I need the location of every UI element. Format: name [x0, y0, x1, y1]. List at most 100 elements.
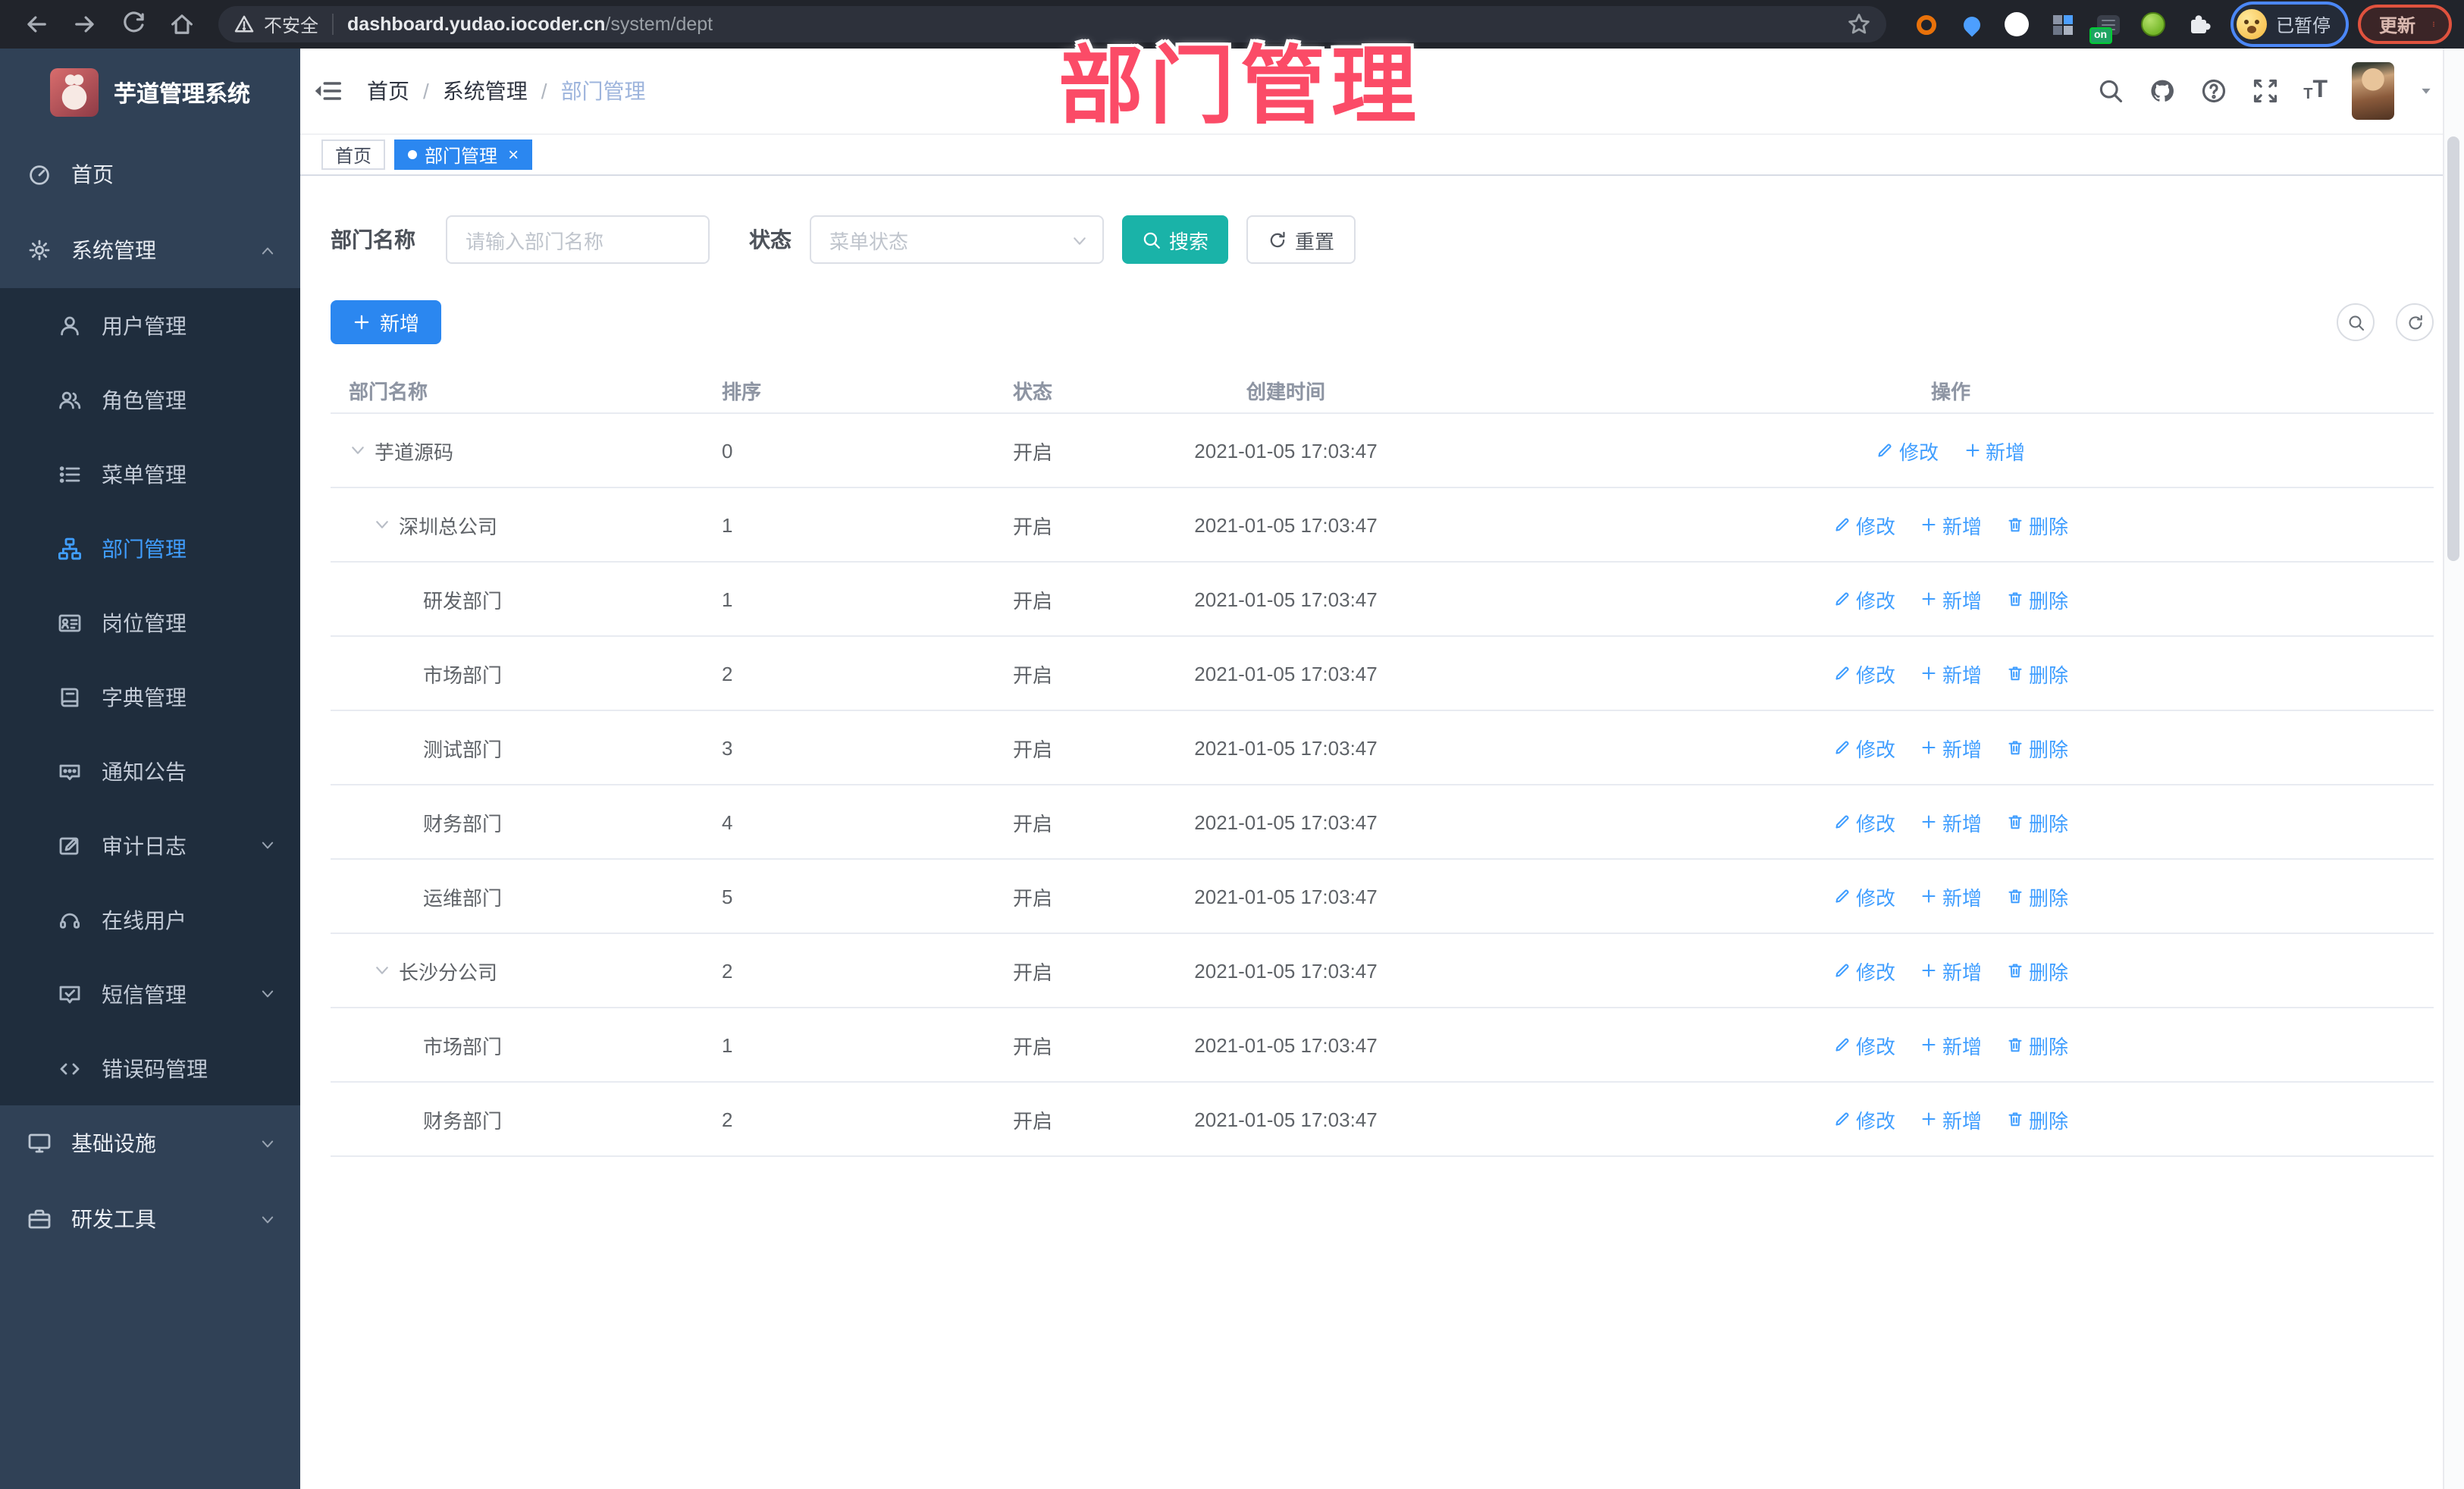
- row-action-plus-link[interactable]: 新增: [1920, 733, 1982, 762]
- tree-expand-caret-icon[interactable]: [373, 961, 391, 980]
- breadcrumb-item-1[interactable]: 系统管理: [443, 76, 528, 106]
- row-action-plus-link[interactable]: 新增: [1920, 659, 1982, 688]
- sidebar-item-3[interactable]: 角色管理: [0, 362, 300, 437]
- delete-icon: [2006, 1036, 2024, 1054]
- row-action-delete-link[interactable]: 删除: [2006, 956, 2068, 985]
- row-action-delete-link[interactable]: 删除: [2006, 807, 2068, 836]
- tab-1[interactable]: 部门管理 ×: [394, 139, 533, 170]
- sort-cell: 2: [722, 959, 733, 982]
- sidebar-item-7[interactable]: 字典管理: [0, 660, 300, 734]
- update-button[interactable]: 更新: [2357, 5, 2452, 44]
- sidebar-item-14[interactable]: 研发工具: [0, 1181, 300, 1257]
- breadcrumb-item-2: 部门管理: [560, 79, 646, 103]
- bookmark-star-icon[interactable]: [1847, 12, 1871, 36]
- user-menu-caret-icon[interactable]: [2419, 83, 2434, 99]
- row-action-plus-link[interactable]: 新增: [1963, 436, 2025, 465]
- font-size-icon[interactable]: TT: [2303, 78, 2328, 103]
- extension-orange-ring[interactable]: [1914, 11, 1939, 37]
- dept-name-input[interactable]: 请输入部门名称: [446, 215, 710, 264]
- sidebar-item-11[interactable]: 短信管理: [0, 957, 300, 1031]
- sidebar-item-8[interactable]: 通知公告: [0, 734, 300, 808]
- help-icon[interactable]: [2200, 77, 2227, 105]
- home-icon[interactable]: [168, 11, 196, 38]
- sidebar-item-4[interactable]: 菜单管理: [0, 437, 300, 511]
- sidebar-item-0[interactable]: 首页: [0, 136, 300, 212]
- row-action-edit-link[interactable]: 修改: [1833, 1105, 1895, 1133]
- back-icon[interactable]: [23, 11, 50, 38]
- sidebar-item-10[interactable]: 在线用户: [0, 882, 300, 957]
- row-action-label: 修改: [1855, 663, 1895, 686]
- row-action-plus-link[interactable]: 新增: [1920, 585, 1982, 613]
- row-action-label: 删除: [2029, 1109, 2069, 1132]
- sidebar-item-1[interactable]: 系统管理: [0, 212, 300, 288]
- row-action-plus-link[interactable]: 新增: [1920, 956, 1982, 985]
- row-action-delete-link[interactable]: 删除: [2006, 733, 2068, 762]
- profile-paused-badge[interactable]: 已暂停: [2230, 2, 2349, 47]
- tab-0[interactable]: 首页: [321, 139, 386, 170]
- row-action-edit-link[interactable]: 修改: [1833, 510, 1895, 539]
- tab-close-icon[interactable]: ×: [508, 146, 519, 164]
- github-icon[interactable]: [2149, 77, 2176, 105]
- row-action-plus-link[interactable]: 新增: [1920, 882, 1982, 911]
- page-scrollbar[interactable]: [2443, 49, 2464, 1489]
- sidebar-item-2[interactable]: 用户管理: [0, 288, 300, 362]
- user-icon: [58, 313, 82, 337]
- edit-icon: [1876, 441, 1895, 459]
- forward-icon[interactable]: [71, 11, 99, 38]
- user-avatar[interactable]: [2352, 62, 2394, 120]
- row-action-edit-link[interactable]: 修改: [1833, 659, 1895, 688]
- row-action-delete-link[interactable]: 删除: [2006, 659, 2068, 688]
- row-action-plus-link[interactable]: 新增: [1920, 807, 1982, 836]
- row-action-plus-link[interactable]: 新增: [1920, 1030, 1982, 1059]
- sidebar-item-12[interactable]: 错误码管理: [0, 1031, 300, 1105]
- dept-name-text: 市场部门: [423, 1035, 503, 1058]
- fullscreen-icon[interactable]: [2252, 77, 2279, 105]
- row-action-delete-link[interactable]: 删除: [2006, 510, 2068, 539]
- row-action-edit-link[interactable]: 修改: [1876, 436, 1939, 465]
- add-button[interactable]: 新增: [331, 300, 441, 344]
- row-action-delete-link[interactable]: 删除: [2006, 882, 2068, 911]
- row-action-edit-link[interactable]: 修改: [1833, 882, 1895, 911]
- reload-icon[interactable]: [120, 11, 147, 38]
- tree-expand-caret-icon[interactable]: [373, 516, 391, 534]
- delete-icon: [2006, 961, 2024, 980]
- app-frame: 芋道管理系统 首页 系统管理 用户管理 角色管理 菜单管理 部门管理 岗位管理 字典管理 通知公…: [0, 49, 2464, 1489]
- row-action-edit-link[interactable]: 修改: [1833, 733, 1895, 762]
- sort-cell: 4: [722, 810, 733, 833]
- row-action-plus-link[interactable]: 新增: [1920, 1105, 1982, 1133]
- sidebar-item-5[interactable]: 部门管理: [0, 511, 300, 585]
- row-action-edit-link[interactable]: 修改: [1833, 807, 1895, 836]
- refresh-mini-button[interactable]: [2396, 303, 2434, 341]
- scrollbar-thumb[interactable]: [2447, 136, 2459, 561]
- reset-button[interactable]: 重置: [1246, 215, 1356, 264]
- row-action-edit-link[interactable]: 修改: [1833, 1030, 1895, 1059]
- address-bar[interactable]: 不安全 dashboard.yudao.iocoder.cn/system/de…: [218, 6, 1886, 42]
- row-action-delete-link[interactable]: 删除: [2006, 1030, 2068, 1059]
- search-button[interactable]: 搜索: [1122, 215, 1228, 264]
- row-action-delete-link[interactable]: 删除: [2006, 1105, 2068, 1133]
- extension-location-pin[interactable]: [1959, 11, 1985, 37]
- tree-expand-caret-icon[interactable]: [349, 441, 367, 459]
- sidebar-item-6[interactable]: 岗位管理: [0, 585, 300, 660]
- row-action-edit-link[interactable]: 修改: [1833, 585, 1895, 613]
- sidebar-item-label: 短信管理: [102, 982, 187, 1006]
- search-icon[interactable]: [2097, 77, 2124, 105]
- row-action-delete-link[interactable]: 删除: [2006, 585, 2068, 613]
- row-action-label: 新增: [1942, 515, 1982, 538]
- extension-grid[interactable]: [2050, 11, 2076, 37]
- extension-dark-list[interactable]: on: [2089, 11, 2121, 43]
- breadcrumb-item-0[interactable]: 首页: [367, 76, 409, 106]
- row-action-edit-link[interactable]: 修改: [1833, 956, 1895, 985]
- audit-log-icon: [58, 833, 82, 857]
- extension-puzzle[interactable]: [2187, 11, 2212, 37]
- extension-green-figure[interactable]: [2141, 11, 2167, 37]
- row-action-plus-link[interactable]: 新增: [1920, 510, 1982, 539]
- sidebar-item-13[interactable]: 基础设施: [0, 1105, 300, 1181]
- toggle-search-mini-button[interactable]: [2337, 303, 2375, 341]
- app-logo[interactable]: 芋道管理系统: [0, 49, 300, 136]
- status-select[interactable]: 菜单状态: [810, 215, 1104, 264]
- collapse-sidebar-icon[interactable]: [312, 76, 343, 106]
- browser-menu-icon[interactable]: [2431, 12, 2437, 36]
- sidebar-item-9[interactable]: 审计日志: [0, 808, 300, 882]
- extension-green-check[interactable]: [2005, 11, 2030, 37]
